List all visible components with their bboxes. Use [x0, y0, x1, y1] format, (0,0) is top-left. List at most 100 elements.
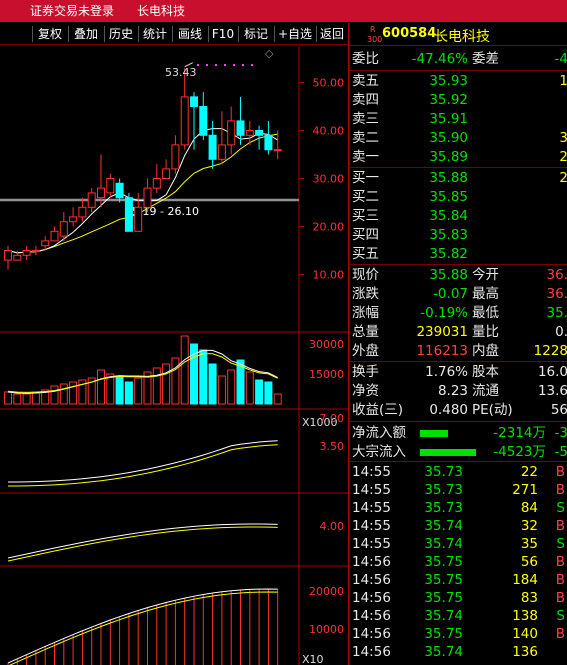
- bid-price: 35.85: [429, 189, 468, 205]
- toolbar-button-3[interactable]: 统计: [138, 24, 172, 44]
- dot-marker: [224, 64, 226, 66]
- stat-value: 13.6: [537, 383, 567, 399]
- bid-label: 买一: [352, 170, 379, 186]
- tick-price: 35.73: [424, 500, 463, 516]
- tick-side: B: [555, 590, 565, 606]
- ask-label: 卖一: [352, 149, 379, 165]
- ask-label: 卖二: [352, 130, 379, 146]
- volume-bar: [31, 391, 40, 405]
- toolbar-button-8[interactable]: 返回: [316, 24, 348, 44]
- dot-marker: [242, 64, 244, 66]
- toolbar-button-7[interactable]: +自选: [274, 24, 316, 44]
- candle-body: [50, 230, 59, 242]
- tick-time: 14:56: [352, 644, 391, 660]
- flow-bar: [420, 449, 476, 456]
- stat-value: 239031: [416, 324, 468, 340]
- tick-side: B: [555, 464, 565, 480]
- candle-body: [78, 206, 87, 218]
- candle-body: [115, 182, 124, 199]
- toolbar-button-5[interactable]: F10: [208, 24, 238, 44]
- dot-marker: [251, 64, 253, 66]
- bid-price: 35.82: [429, 246, 468, 262]
- tick-row: 14:55 35.73 22 B: [352, 463, 567, 482]
- stat-row: 净资 8.23 流通 13.6: [352, 382, 567, 401]
- indicator-tick-label: 4.00: [320, 520, 345, 533]
- tick-row: 14:56 35.75 56 B: [352, 553, 567, 572]
- indicator-line-yellow: [7, 444, 278, 487]
- tick-row: 14:56 35.75 140 B: [352, 625, 567, 644]
- ask-row: 卖二 35.90 3: [352, 129, 567, 148]
- ask-label: 卖三: [352, 111, 379, 127]
- dot-marker: [233, 64, 235, 66]
- stock-code: 600584: [382, 26, 437, 41]
- bid-label: 买四: [352, 227, 379, 243]
- indicator-tick-label: 20000: [309, 585, 344, 598]
- stat-value: 116213: [416, 343, 468, 359]
- ask-price: 35.91: [429, 111, 468, 127]
- bid-row: 买五 35.82: [352, 245, 567, 264]
- weibi-label: 委比: [352, 51, 379, 67]
- indicator-line-white: [7, 588, 278, 664]
- tick-price: 35.75: [424, 590, 463, 606]
- toolbar-button-0[interactable]: 复权: [32, 24, 68, 44]
- volume-bar: [227, 369, 236, 405]
- toolbar-separator: [208, 26, 209, 42]
- tick-side: B: [555, 554, 565, 570]
- quote-header: R 300 600584 长电科技: [350, 23, 567, 46]
- tick-time: 14:55: [352, 482, 391, 498]
- ask-row: 卖四 35.92: [352, 91, 567, 110]
- ask-volume: 3: [559, 130, 567, 146]
- stat-value: 36.: [546, 267, 567, 283]
- candle-body: [87, 192, 96, 208]
- stat-label: 收益(三): [352, 402, 404, 418]
- flow-bar: [420, 430, 448, 437]
- ask-row: 卖五 35.93 1: [352, 72, 567, 91]
- stat-value: 36.: [546, 286, 567, 302]
- candle-body: [97, 187, 105, 199]
- tick-price: 35.74: [424, 608, 463, 624]
- toolbar-separator: [238, 26, 239, 42]
- stat-value: -0.07: [433, 286, 468, 302]
- dot-marker: [215, 64, 217, 66]
- kline-chart[interactable]: 50.0040.0030.0020.0010.0025.19 - 26.1053…: [0, 46, 348, 665]
- toolbar-button-1[interactable]: 叠加: [68, 24, 104, 44]
- price-tick-label: 40.00: [313, 125, 345, 138]
- tick-volume: 22: [520, 464, 538, 480]
- tick-price: 35.75: [424, 572, 463, 588]
- candle-body: [180, 96, 189, 146]
- toolbar-separator: [32, 26, 33, 42]
- stock-name-title: 长电科技: [137, 4, 186, 18]
- stat-label: 最低: [472, 305, 499, 321]
- stat-row: 涨幅 -0.19% 最低 35.: [352, 304, 567, 323]
- dot-marker: [206, 64, 208, 66]
- flow-label: 大宗流入: [352, 444, 406, 460]
- volume-bar: [50, 385, 59, 405]
- stat-label: 最高: [472, 286, 499, 302]
- indicator-tick-label: 10000: [309, 623, 344, 636]
- panel-divider: [350, 461, 567, 462]
- toolbar-button-6[interactable]: 标记: [238, 24, 274, 44]
- candle-body: [13, 254, 22, 261]
- volume-tick-label: 30000: [309, 338, 344, 351]
- tick-volume: 140: [512, 626, 538, 642]
- chart-toolbar: 复权 叠加 历史 统计 画线 F10 标记 +自选 返回: [0, 23, 348, 45]
- price-tick-label: 20.00: [313, 221, 345, 234]
- stat-label: 今开: [472, 267, 499, 283]
- tick-row: 14:55 35.73 84 S: [352, 499, 567, 518]
- volume-bar: [273, 393, 282, 405]
- tick-side: B: [555, 482, 565, 498]
- toolbar-separator: [104, 26, 105, 42]
- ask-label: 卖五: [352, 73, 379, 89]
- tick-time: 14:56: [352, 590, 391, 606]
- toolbar-button-4[interactable]: 画线: [172, 24, 208, 44]
- stat-value: 56: [550, 402, 567, 418]
- indicator-tick-label: 3.50: [320, 440, 345, 453]
- title-bar: 证券交易未登录 长电科技: [0, 0, 567, 22]
- toolbar-button-2[interactable]: 历史: [104, 24, 138, 44]
- stat-label: 量比: [472, 324, 499, 340]
- candle-body: [236, 120, 245, 136]
- candle-body: [31, 250, 40, 252]
- bid-label: 买二: [352, 189, 379, 205]
- bid-price: 35.83: [429, 227, 468, 243]
- bid-row: 买一 35.88 2: [352, 169, 567, 188]
